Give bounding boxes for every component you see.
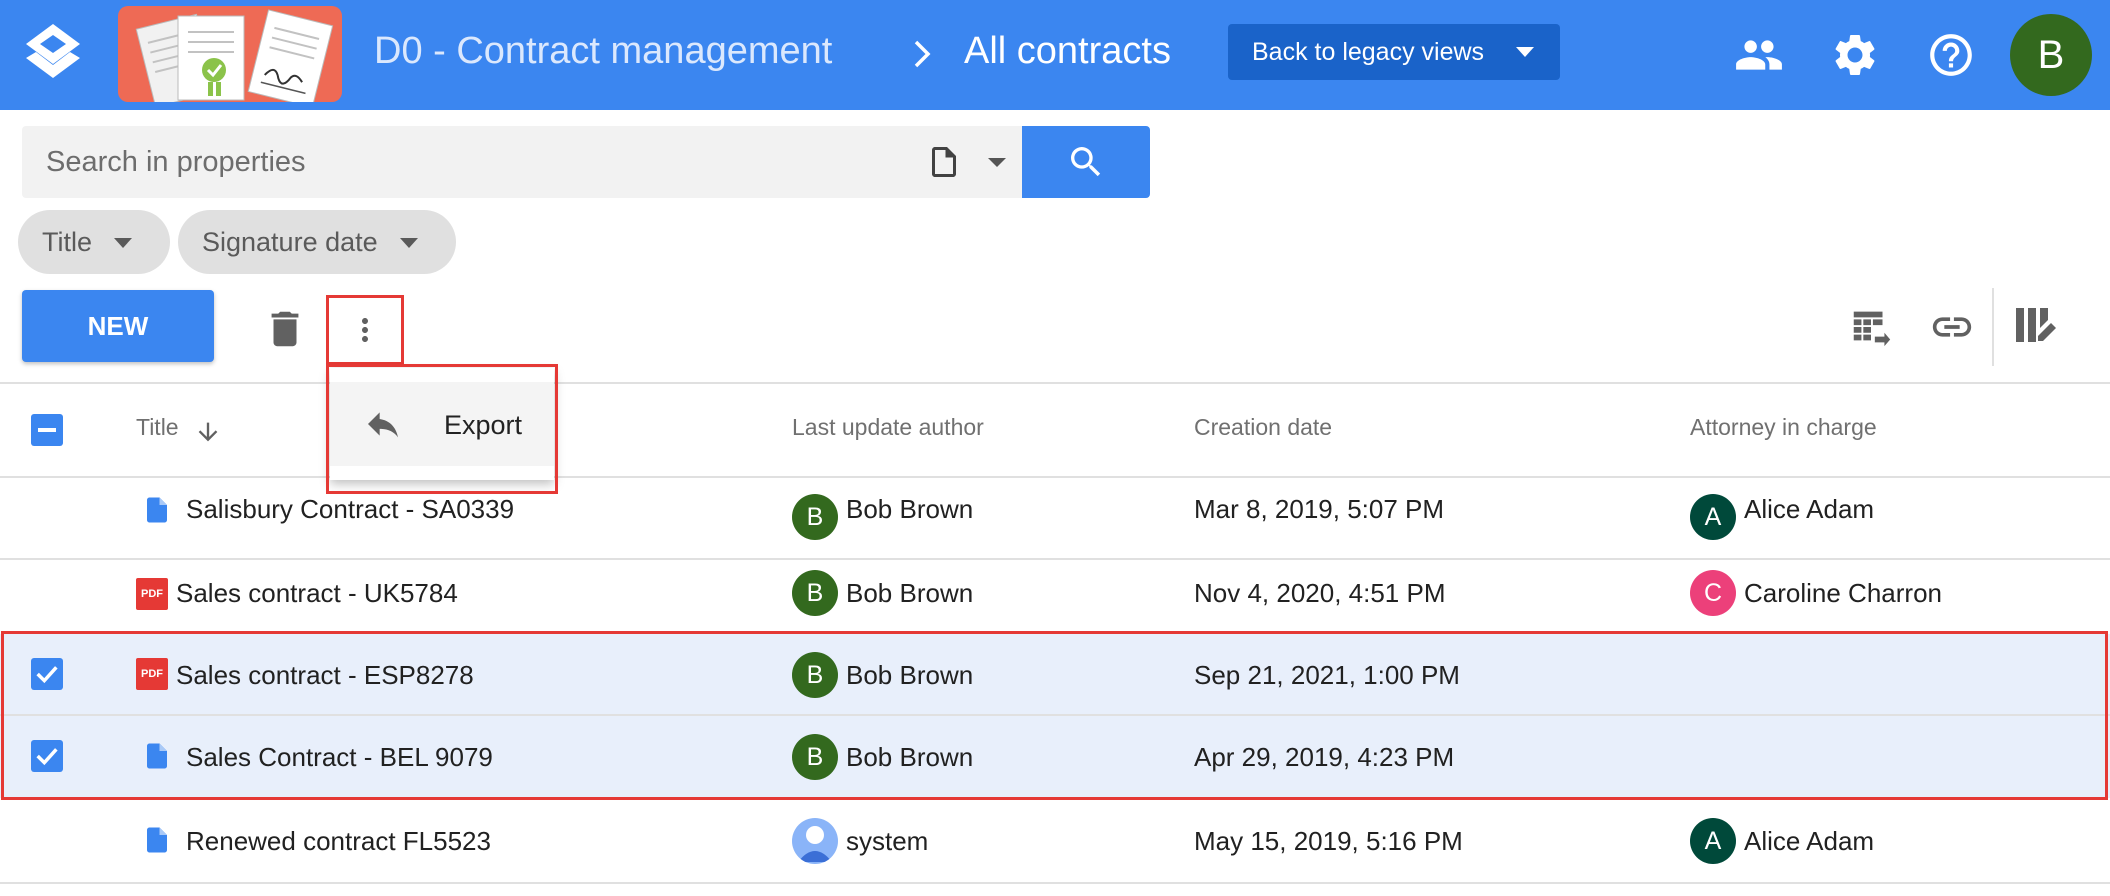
row-created: May 15, 2019, 5:16 PM: [1194, 826, 1463, 856]
table-top-divider: [0, 382, 2110, 384]
document-type-selector[interactable]: [926, 138, 1016, 186]
gear-icon[interactable]: [1830, 30, 1880, 80]
column-header-created[interactable]: Creation date: [1194, 414, 1332, 441]
system-avatar-icon: [792, 818, 838, 864]
attorney-avatar: A: [1690, 818, 1736, 864]
row-attorney: Alice Adam: [1744, 494, 1875, 524]
selected-rows-highlight: [1, 631, 2108, 800]
row-attorney: Caroline Charron: [1744, 578, 1942, 608]
row-divider: [0, 882, 2110, 884]
people-icon[interactable]: [1734, 30, 1784, 80]
search-button[interactable]: [1022, 126, 1150, 198]
pdf-file-icon: PDF: [136, 578, 168, 610]
legacy-views-button[interactable]: Back to legacy views: [1228, 24, 1560, 80]
caret-down-icon: [1516, 47, 1534, 57]
app-logo-icon[interactable]: [22, 22, 84, 88]
chevron-right-icon: [914, 40, 931, 68]
table-export-icon[interactable]: [1848, 304, 1894, 350]
search-icon: [1071, 147, 1101, 177]
column-header-attorney[interactable]: Attorney in charge: [1690, 414, 1877, 441]
filter-chip-label: Signature date: [202, 226, 378, 257]
app-header: D0 - Contract management All contracts B…: [0, 0, 2110, 110]
row-created: Nov 4, 2020, 4:51 PM: [1194, 578, 1446, 608]
filter-chip-label: Title: [42, 226, 93, 257]
document-file-icon: [147, 827, 167, 853]
app-banner-image: [118, 6, 342, 102]
caret-down-icon: [988, 158, 1006, 167]
caret-down-icon: [400, 238, 418, 248]
export-menu-highlight: [326, 364, 558, 494]
document-file-icon: [147, 497, 167, 523]
edit-columns-icon[interactable]: [2010, 302, 2058, 350]
column-header-title-label: Title: [136, 414, 179, 440]
table-row[interactable]: PDF Sales contract - UK5784 B Bob Brown …: [0, 552, 2110, 634]
page-title: All contracts: [964, 30, 1171, 72]
row-title[interactable]: Salisbury Contract - SA0339: [186, 494, 514, 525]
row-attorney: Alice Adam: [1744, 826, 1875, 856]
attorney-avatar: A: [1690, 494, 1736, 540]
row-created: Mar 8, 2019, 5:07 PM: [1194, 494, 1445, 524]
sort-arrow-down-icon[interactable]: [194, 418, 222, 446]
row-author: Bob Brown: [846, 494, 974, 524]
toolbar-divider: [1992, 288, 1994, 366]
app-title-link[interactable]: D0 - Contract management: [374, 30, 874, 73]
trash-icon[interactable]: [262, 306, 308, 352]
attorney-avatar: C: [1690, 570, 1736, 616]
column-header-author[interactable]: Last update author: [792, 414, 984, 441]
row-title[interactable]: Sales contract - UK5784: [176, 578, 458, 609]
author-avatar: B: [792, 494, 838, 540]
row-title[interactable]: Renewed contract FL5523: [186, 826, 491, 857]
row-author: Bob Brown: [846, 578, 974, 608]
user-avatar[interactable]: B: [2010, 14, 2092, 96]
select-all-checkbox[interactable]: [31, 414, 63, 446]
legacy-views-label: Back to legacy views: [1252, 37, 1485, 66]
author-avatar: B: [792, 570, 838, 616]
table-row[interactable]: Salisbury Contract - SA0339 B Bob Brown …: [0, 478, 2110, 560]
link-icon[interactable]: [1928, 304, 1976, 350]
more-vert-icon[interactable]: [347, 307, 383, 353]
filter-chip-title[interactable]: Title: [18, 210, 170, 274]
search-input[interactable]: [46, 126, 906, 198]
new-button[interactable]: NEW: [22, 290, 214, 362]
document-icon: [932, 147, 956, 177]
help-icon[interactable]: [1926, 30, 1976, 80]
column-header-title[interactable]: Title: [136, 414, 179, 441]
indeterminate-mark: [38, 428, 56, 432]
row-author: system: [846, 826, 929, 856]
search-bar: [22, 126, 1022, 198]
table-row[interactable]: Renewed contract FL5523 system May 15, 2…: [0, 800, 2110, 884]
filter-chip-signature-date[interactable]: Signature date: [178, 210, 456, 274]
caret-down-icon: [114, 238, 132, 248]
